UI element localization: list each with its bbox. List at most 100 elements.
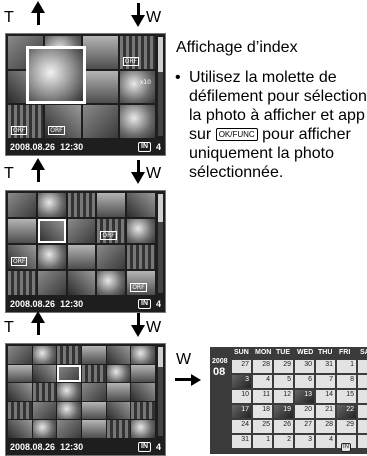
thumbnail[interactable]: ORF (127, 271, 155, 295)
calendar-day-cell[interactable]: 7 (316, 375, 335, 388)
thumbnail[interactable] (81, 401, 106, 420)
thumbnail[interactable] (37, 193, 66, 217)
thumbnail[interactable] (82, 70, 118, 104)
thumbnail[interactable] (106, 401, 131, 420)
calendar-day-cell[interactable]: 14 (316, 390, 335, 403)
calendar-day-cell[interactable]: 31 (232, 435, 251, 448)
thumbnail[interactable] (8, 420, 32, 438)
calendar-day-cell[interactable]: 6 (295, 375, 314, 388)
thumbnail[interactable] (131, 364, 155, 383)
calendar-day-cell[interactable]: 4 (316, 435, 335, 448)
scrollbar[interactable] (158, 347, 163, 436)
thumbnail[interactable] (127, 245, 155, 269)
calendar-day-cell[interactable]: 30 (295, 360, 314, 373)
calendar-day-cell[interactable]: 10 (232, 390, 251, 403)
thumbnail[interactable] (106, 364, 131, 383)
calendar-day-cell[interactable]: 12 (274, 390, 293, 403)
calendar-day-cell[interactable]: 8 (337, 375, 356, 388)
calendar-day-cell[interactable]: 31 (316, 360, 335, 373)
calendar-day-cell[interactable]: 24 (232, 420, 251, 433)
calendar-day-cell[interactable]: 29 (274, 360, 293, 373)
thumbnail[interactable] (119, 105, 155, 138)
scrollbar[interactable] (158, 37, 163, 136)
thumbnail[interactable] (57, 420, 81, 438)
thumbnail[interactable] (8, 193, 36, 217)
calendar-day-cell[interactable]: 1 (337, 360, 356, 373)
thumbnail[interactable] (67, 193, 96, 217)
thumbnail[interactable] (32, 346, 57, 364)
calendar-day-cell[interactable]: 27 (295, 420, 314, 433)
thumbnail[interactable] (131, 383, 155, 401)
calendar-day-cell[interactable]: 29 (337, 420, 356, 433)
calendar-day-cell[interactable]: 18 (253, 405, 272, 418)
calendar-day-cell[interactable]: 5 (274, 375, 293, 388)
thumbnail[interactable] (32, 420, 57, 438)
calendar-day-cell[interactable]: 4 (253, 375, 272, 388)
thumbnail[interactable] (127, 193, 155, 217)
selected-thumbnail[interactable] (57, 364, 81, 383)
thumbnail[interactable] (32, 383, 57, 401)
thumbnail[interactable] (81, 420, 106, 438)
scrollbar-thumb[interactable] (158, 37, 163, 72)
thumbnail[interactable] (57, 401, 81, 420)
calendar-day-cell[interactable]: 20 (295, 405, 314, 418)
thumbnail[interactable] (67, 219, 96, 243)
thumbnail[interactable] (67, 245, 96, 269)
calendar-day-cell[interactable]: 9 (358, 375, 367, 388)
calendar-day-cell[interactable]: 13 (295, 390, 314, 403)
thumbnail[interactable]: ORF (8, 105, 44, 138)
thumbnail[interactable] (97, 271, 126, 295)
calendar-day-cell[interactable]: 19 (274, 405, 293, 418)
calendar-day-cell[interactable]: 25 (253, 420, 272, 433)
thumbnail[interactable] (81, 364, 106, 383)
thumbnail[interactable] (8, 346, 32, 364)
thumbnail[interactable] (81, 383, 106, 401)
thumbnail[interactable]: ORF (45, 105, 81, 138)
calendar-day-cell[interactable]: 11 (253, 390, 272, 403)
thumbnail[interactable] (8, 271, 36, 295)
scrollbar-thumb[interactable] (158, 194, 163, 222)
thumbnail[interactable] (57, 346, 81, 364)
thumbnail[interactable] (106, 346, 131, 364)
scrollbar[interactable] (158, 194, 163, 293)
thumbnail[interactable] (127, 219, 155, 243)
thumbnail[interactable] (97, 245, 126, 269)
thumbnail[interactable] (82, 36, 118, 69)
thumbnail[interactable]: ORF (97, 219, 126, 243)
thumbnail[interactable] (37, 271, 66, 295)
thumbnail[interactable] (97, 193, 126, 217)
thumbnail[interactable] (8, 219, 36, 243)
calendar-day-cell[interactable]: 28 (253, 360, 272, 373)
calendar-day-cell[interactable]: 15 (337, 390, 356, 403)
thumbnail[interactable]: ORF (119, 36, 155, 69)
thumbnail[interactable] (82, 105, 118, 138)
thumbnail[interactable] (8, 401, 32, 420)
thumbnail[interactable] (106, 383, 131, 401)
thumbnail[interactable] (32, 401, 57, 420)
calendar-day-cell[interactable]: 26 (274, 420, 293, 433)
calendar-day-cell[interactable]: 2 (274, 435, 293, 448)
thumbnail[interactable] (81, 346, 106, 364)
thumbnail[interactable] (8, 383, 32, 401)
calendar-day-cell[interactable]: 3 (295, 435, 314, 448)
calendar-day-cell[interactable]: 16 (358, 390, 367, 403)
calendar-day-cell[interactable]: 3 (232, 375, 251, 388)
calendar-day-cell[interactable]: 2 (358, 360, 367, 373)
selected-thumbnail[interactable] (37, 219, 66, 243)
thumbnail[interactable] (131, 420, 155, 438)
scrollbar-thumb[interactable] (158, 347, 163, 367)
calendar-day-cell[interactable]: 28 (316, 420, 335, 433)
calendar-day-cell[interactable]: 22 (337, 405, 356, 418)
calendar-day-cell[interactable]: 1 (253, 435, 272, 448)
thumbnail[interactable] (37, 245, 66, 269)
thumbnail[interactable] (57, 383, 81, 401)
calendar-day-cell[interactable]: 23 (358, 405, 367, 418)
selected-thumbnail[interactable] (26, 46, 86, 104)
calendar-day-cell[interactable]: 21 (316, 405, 335, 418)
thumbnail[interactable] (131, 401, 155, 420)
calendar-day-cell[interactable]: 27 (232, 360, 251, 373)
thumbnail[interactable] (8, 364, 32, 383)
thumbnail[interactable] (67, 271, 96, 295)
thumbnail[interactable]: x10 (119, 70, 155, 104)
calendar-day-cell[interactable] (358, 435, 367, 448)
